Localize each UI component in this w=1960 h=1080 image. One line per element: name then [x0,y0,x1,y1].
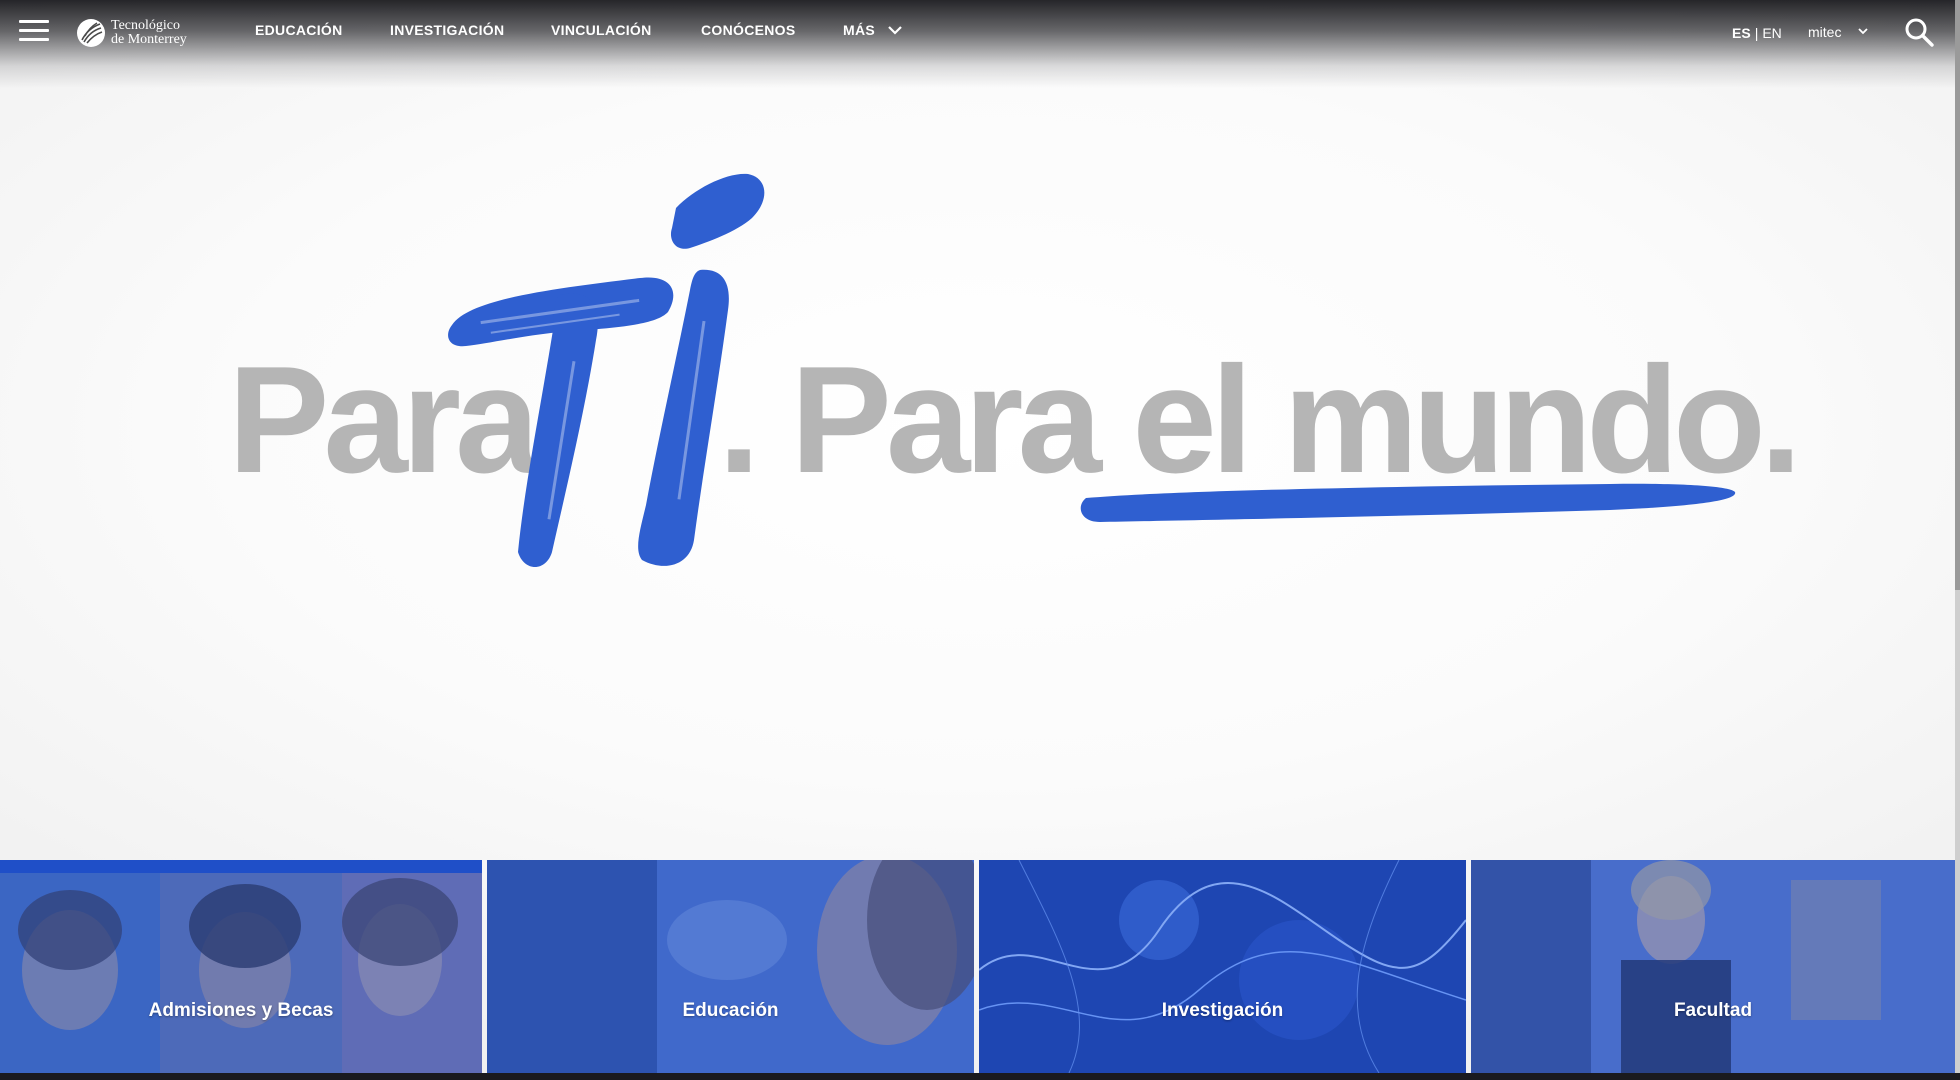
page: Tecnológico de Monterrey EDUCACIÓN INVES… [0,0,1955,1073]
nav-investigacion[interactable]: INVESTIGACIÓN [390,22,504,38]
card-admisiones-label: Admisiones y Becas [148,1000,334,1021]
card-facultad[interactable]: Facultad [1471,860,1955,1073]
slogan-rest: . Para el mundo. [718,335,1796,505]
logo-wordmark: Tecnológico de Monterrey [111,19,187,47]
bottom-edge [0,1073,1960,1080]
card-facultad-label: Facultad [1673,1000,1753,1021]
slogan-para: Para [228,335,541,505]
tec-logo[interactable]: Tecnológico de Monterrey [76,16,196,50]
hero-slogan-graphic: Para . Para el mundo. [228,173,1802,567]
quick-access-cards: Admisiones y Becas Educación Investigaci… [0,860,1955,1073]
language-es[interactable]: ES [1732,25,1751,41]
card-investigacion[interactable]: Investigación [979,860,1466,1073]
language-switcher: ES | EN [1732,25,1782,41]
nav-educacion[interactable]: EDUCACIÓN [255,22,342,38]
nav-mas[interactable]: MÁS [843,22,875,38]
chevron-down-icon[interactable] [887,24,903,36]
hamburger-menu-icon[interactable] [19,20,49,42]
card-admisiones[interactable]: Admisiones y Becas [0,860,482,1073]
nav-conocenos[interactable]: CONÓCENOS [701,22,796,38]
card-investigacion-label: Investigación [1161,1000,1284,1021]
logo-line-1: Tecnológico [111,18,180,33]
card-facultad-image [1471,860,1955,1073]
search-icon[interactable] [1904,17,1934,47]
language-separator: | [1754,25,1759,41]
scrollbar-thumb[interactable] [1955,0,1960,590]
card-educacion-image [487,860,974,1073]
hero-banner[interactable]: Para . Para el mundo. [0,120,1955,660]
language-en[interactable]: EN [1762,25,1781,41]
mitec-menu[interactable]: mitec [1808,24,1841,40]
logo-line-2: de Monterrey [111,32,187,47]
card-educacion-label: Educación [682,1000,779,1021]
card-investigacion-image [979,860,1466,1073]
top-navigation-bar: Tecnológico de Monterrey EDUCACIÓN INVES… [0,0,1955,88]
nav-vinculacion[interactable]: VINCULACIÓN [551,22,652,38]
card-educacion[interactable]: Educación [487,860,974,1073]
card-admisiones-image [0,860,482,1073]
tec-logo-icon [77,19,105,47]
chevron-down-icon[interactable] [1857,26,1869,36]
active-card-indicator [0,860,482,873]
